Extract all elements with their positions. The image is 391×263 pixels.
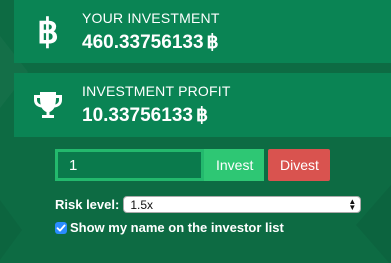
invest-button[interactable]: Invest: [204, 149, 264, 181]
investment-card: ฿ YOUR INVESTMENT 460.33756133 ฿: [14, 0, 391, 63]
amount-input[interactable]: [55, 149, 204, 181]
risk-level-value: 1.5x: [130, 197, 154, 212]
bitcoin-symbol: ฿: [195, 105, 209, 126]
investment-value: 460.33756133 ฿: [82, 31, 219, 53]
profit-value: 10.33756133 ฿: [82, 105, 209, 126]
risk-level-label: Risk level:: [55, 197, 120, 212]
profit-label: INVESTMENT PROFIT: [82, 83, 231, 99]
risk-level-select[interactable]: 1.5x ▲ ▼: [123, 196, 362, 213]
trophy-icon: [14, 89, 82, 121]
risk-row: Risk level: 1.5x ▲ ▼: [55, 196, 362, 213]
amount-row: Invest Divest: [55, 149, 330, 181]
checkmark-icon: [56, 224, 66, 231]
show-name-row: Show my name on the investor list: [55, 220, 284, 235]
show-name-label[interactable]: Show my name on the investor list: [70, 220, 284, 235]
investment-label: YOUR INVESTMENT: [82, 9, 220, 26]
divest-button[interactable]: Divest: [268, 149, 330, 181]
bitcoin-symbol: ฿: [206, 31, 219, 53]
select-arrows-icon: ▲ ▼: [348, 196, 357, 212]
bitcoin-icon: ฿: [37, 12, 59, 51]
profit-card: INVESTMENT PROFIT 10.33756133 ฿: [14, 73, 391, 137]
show-name-checkbox[interactable]: [55, 221, 67, 234]
background-shape: [0, 200, 22, 260]
